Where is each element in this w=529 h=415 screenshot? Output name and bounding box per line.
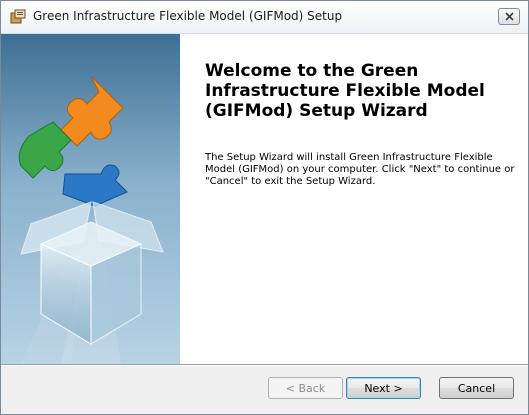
wizard-content: Welcome to the Green Infrastructure Flex… <box>1 34 528 364</box>
title-bar[interactable]: Green Infrastructure Flexible Model (GIF… <box>1 1 528 34</box>
welcome-heading: Welcome to the Green Infrastructure Flex… <box>205 61 485 121</box>
cancel-button[interactable]: Cancel <box>439 377 514 399</box>
setup-window: Green Infrastructure Flexible Model (GIF… <box>0 0 529 415</box>
installer-icon <box>10 9 26 24</box>
puzzle-box-graphic <box>18 75 164 364</box>
window-title: Green Infrastructure Flexible Model (GIF… <box>33 9 343 23</box>
next-button[interactable]: Next > <box>346 377 421 399</box>
welcome-description: The Setup Wizard will install Green Infr… <box>205 152 515 187</box>
back-button[interactable]: < Back <box>268 377 343 399</box>
close-button[interactable] <box>498 8 520 25</box>
footer-divider <box>1 364 528 366</box>
wizard-main-panel: Welcome to the Green Infrastructure Flex… <box>180 34 528 364</box>
close-icon <box>504 12 514 21</box>
wizard-side-banner <box>1 34 180 364</box>
